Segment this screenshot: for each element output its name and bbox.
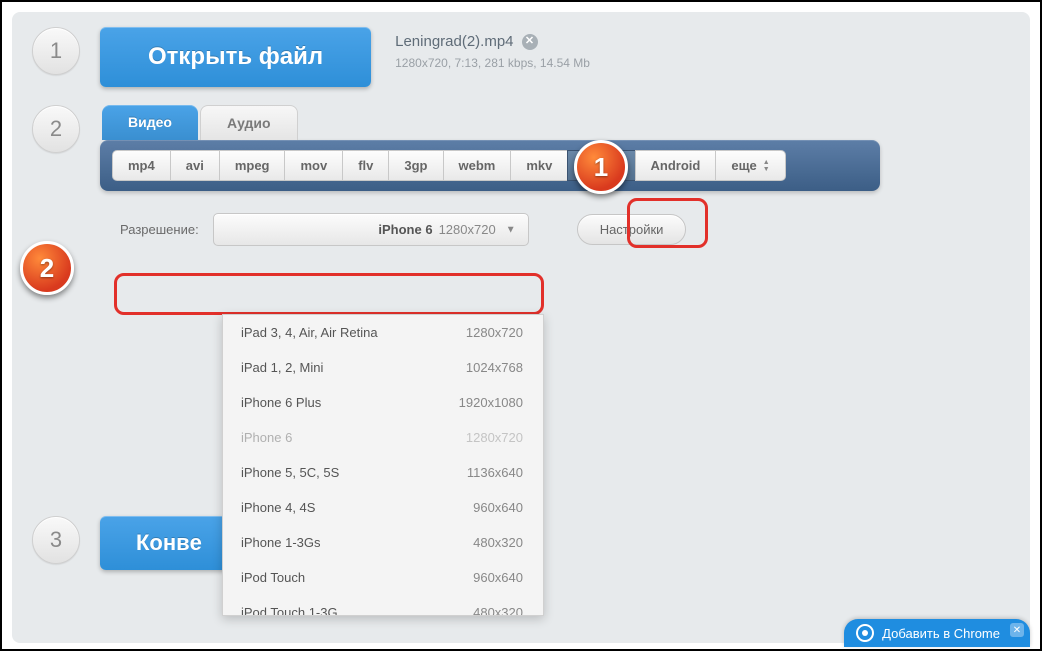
dd-item-ipad-1-2-mini[interactable]: iPad 1, 2, Mini1024x768 — [223, 350, 543, 385]
format-webm[interactable]: webm — [443, 150, 511, 181]
format-mov[interactable]: mov — [284, 150, 342, 181]
format-android[interactable]: Android — [635, 150, 716, 181]
dd-item-iphone-1-3gs[interactable]: iPhone 1-3Gs480x320 — [223, 525, 543, 560]
dd-item-ipod-touch-1-3g[interactable]: iPod Touch 1-3G480x320 — [223, 595, 543, 616]
open-file-button[interactable]: Открыть файл — [100, 27, 371, 87]
chrome-icon — [856, 624, 874, 642]
add-to-chrome-bar[interactable]: Добавить в Chrome ✕ — [844, 619, 1030, 647]
resolution-dropdown[interactable]: iPad 3, 4, Air, Air Retina1280x720 iPad … — [222, 314, 544, 616]
format-mp4[interactable]: mp4 — [112, 150, 170, 181]
format-more[interactable]: еще ▲▼ — [715, 150, 785, 181]
resolution-select[interactable]: iPhone 6 1280x720 ▼ — [213, 213, 529, 246]
step-badge-2: 2 — [32, 105, 80, 153]
format-flv[interactable]: flv — [342, 150, 388, 181]
annotation-badge-1: 1 — [574, 140, 628, 194]
resolution-device: iPhone 6 — [378, 222, 432, 237]
add-to-chrome-label: Добавить в Chrome — [882, 626, 1000, 641]
file-meta: 1280x720, 7:13, 281 kbps, 14.54 Mb — [395, 56, 590, 70]
format-avi[interactable]: avi — [170, 150, 219, 181]
tab-audio[interactable]: Аудио — [200, 105, 298, 140]
resolution-dim: 1280x720 — [439, 222, 496, 237]
close-icon[interactable]: ✕ — [1010, 623, 1024, 637]
dd-item-iphone-6-plus[interactable]: iPhone 6 Plus1920x1080 — [223, 385, 543, 420]
dd-item-ipad-3-4-air[interactable]: iPad 3, 4, Air, Air Retina1280x720 — [223, 315, 543, 350]
annotation-badge-2: 2 — [20, 241, 74, 295]
dd-item-iphone-6: iPhone 61280x720 — [223, 420, 543, 455]
convert-button[interactable]: Конвe — [100, 516, 238, 570]
format-mkv[interactable]: mkv — [510, 150, 567, 181]
settings-button[interactable]: Настройки — [577, 214, 687, 245]
file-name: Leningrad(2).mp4 — [395, 33, 513, 50]
dd-item-iphone-4[interactable]: iPhone 4, 4S960x640 — [223, 490, 543, 525]
resolution-label: Разрешение: — [100, 222, 199, 237]
format-3gp[interactable]: 3gp — [388, 150, 442, 181]
chevron-down-icon: ▼ — [506, 224, 516, 235]
format-bar: mp4 avi mpeg mov flv 3gp webm mkv Apple … — [100, 140, 880, 191]
format-mpeg[interactable]: mpeg — [219, 150, 285, 181]
step-badge-3: 3 — [32, 516, 80, 564]
dd-item-iphone-5[interactable]: iPhone 5, 5C, 5S1136x640 — [223, 455, 543, 490]
sort-icon: ▲▼ — [763, 159, 770, 173]
tab-video[interactable]: Видео — [102, 105, 198, 140]
remove-file-icon[interactable]: ✕ — [522, 34, 538, 50]
dd-item-ipod-touch[interactable]: iPod Touch960x640 — [223, 560, 543, 595]
step-badge-1: 1 — [32, 27, 80, 75]
